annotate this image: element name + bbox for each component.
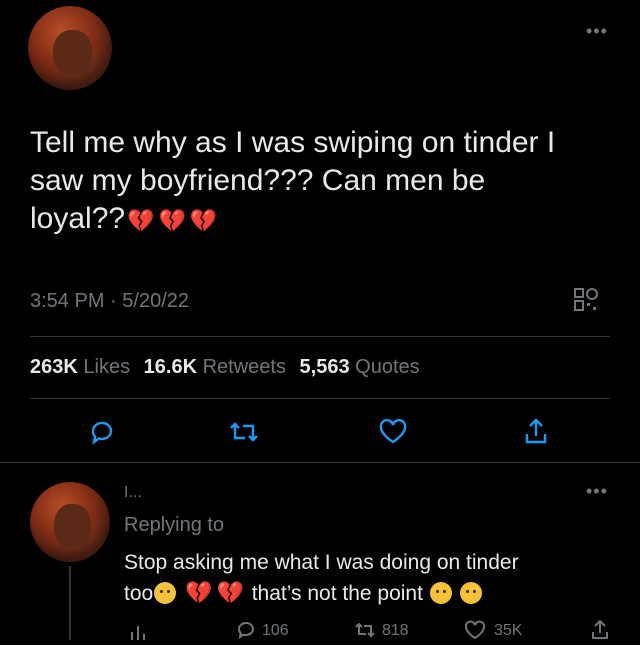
tweet-date: 5/20/22 bbox=[122, 290, 190, 312]
reply-comment-count: 106 bbox=[262, 622, 289, 639]
tweet-timestamp[interactable]: 3:54 PM · 5/20/22 bbox=[30, 290, 189, 313]
reply-text-line-2: too 💔 💔 that’s not the point bbox=[124, 578, 624, 609]
broken-heart-icon: 💔 bbox=[158, 208, 186, 233]
reply-like-count: 35K bbox=[494, 622, 523, 639]
reply-actions: 106 818 35K bbox=[124, 619, 640, 640]
heart-icon bbox=[379, 418, 407, 444]
avatar-face bbox=[53, 29, 92, 76]
analytics-icon bbox=[131, 626, 145, 640]
reply-retweet-count: 818 bbox=[382, 622, 409, 639]
reply-text-line-1: Stop asking me what I was doing on tinde… bbox=[124, 551, 519, 574]
comment-icon bbox=[238, 622, 254, 640]
retweet-icon bbox=[355, 622, 375, 638]
reply-share-button[interactable] bbox=[590, 618, 610, 645]
broken-heart-icon: 💔 bbox=[127, 208, 155, 233]
broken-heart-icon: 💔 bbox=[216, 580, 244, 605]
time-date-separator: · bbox=[110, 290, 117, 312]
tweet-text-line-3: loyal??💔 💔 💔 bbox=[30, 202, 218, 235]
tweet-text-line-1: Tell me why as I was swiping on tinder I bbox=[30, 126, 556, 159]
retweet-button[interactable] bbox=[228, 418, 260, 451]
reply-retweet-button[interactable]: 818 bbox=[354, 620, 409, 645]
pleading-face-icon bbox=[459, 582, 482, 604]
reply-comment-button[interactable]: 106 bbox=[236, 620, 289, 645]
tweet-time: 3:54 PM bbox=[30, 290, 105, 312]
avatar[interactable] bbox=[28, 6, 112, 90]
heart-icon bbox=[464, 620, 486, 640]
retweets-label: Retweets bbox=[202, 356, 286, 378]
divider bbox=[0, 462, 640, 463]
reply-avatar[interactable] bbox=[30, 482, 110, 562]
retweets-stat[interactable]: 16.6K Retweets bbox=[144, 356, 286, 378]
reply-icon bbox=[91, 421, 113, 445]
qr-code-icon[interactable] bbox=[572, 286, 600, 314]
broken-heart-icon: 💔 bbox=[185, 580, 213, 605]
retweets-count: 16.6K bbox=[143, 356, 198, 378]
broken-heart-icon: 💔 bbox=[189, 208, 218, 233]
retweet-icon bbox=[230, 422, 258, 442]
quotes-count: 5,563 bbox=[299, 356, 350, 378]
reply-author[interactable]: I... bbox=[124, 484, 142, 502]
quotes-label: Quotes bbox=[355, 356, 420, 378]
thread-line bbox=[69, 566, 71, 640]
share-icon bbox=[525, 418, 547, 444]
share-icon bbox=[592, 619, 608, 639]
tweet-stats: 263K Likes 16.6K Retweets 5,563 Quotes bbox=[30, 356, 420, 379]
likes-label: Likes bbox=[83, 356, 131, 378]
avatar-face bbox=[54, 504, 91, 549]
tweet-text: Tell me why as I was swiping on tinder I… bbox=[30, 124, 620, 240]
reply-more-options-icon[interactable]: ••• bbox=[586, 482, 608, 500]
like-button[interactable] bbox=[378, 418, 408, 451]
tired-face-icon bbox=[154, 582, 177, 604]
share-button[interactable] bbox=[522, 416, 550, 451]
reply-like-button[interactable]: 35K bbox=[464, 620, 522, 645]
replying-to: Replying to bbox=[124, 514, 225, 536]
reply-text: Stop asking me what I was doing on tinde… bbox=[124, 548, 624, 609]
tweet-text-line-2: saw my boyfriend??? Can men be bbox=[30, 164, 486, 197]
analytics-button[interactable] bbox=[128, 622, 148, 645]
divider bbox=[30, 398, 610, 399]
divider bbox=[30, 336, 610, 337]
quotes-stat[interactable]: 5,563 Quotes bbox=[300, 356, 420, 378]
likes-stat[interactable]: 263K Likes bbox=[30, 356, 130, 378]
more-options-icon[interactable]: ••• bbox=[586, 22, 608, 40]
likes-count: 263K bbox=[30, 356, 78, 378]
tired-face-icon bbox=[429, 582, 452, 604]
reply-button[interactable] bbox=[88, 418, 116, 451]
